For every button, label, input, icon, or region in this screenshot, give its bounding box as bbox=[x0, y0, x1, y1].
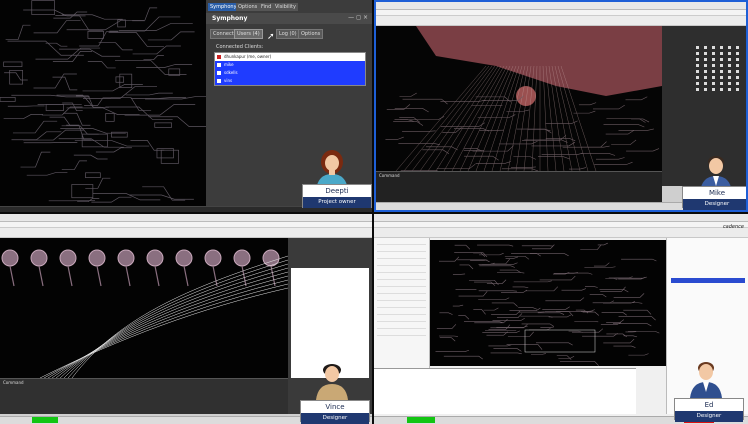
option-row[interactable] bbox=[377, 332, 426, 336]
toolbar bbox=[376, 16, 746, 26]
client-row-mike[interactable]: mike bbox=[215, 61, 365, 69]
option-row[interactable] bbox=[377, 283, 426, 287]
mouse-cursor-icon: ➚ bbox=[267, 32, 275, 42]
option-row[interactable] bbox=[377, 318, 426, 322]
toolbar bbox=[0, 228, 372, 238]
users-button[interactable]: Users (4) bbox=[234, 29, 263, 39]
option-row[interactable] bbox=[377, 325, 426, 329]
client-row-vins[interactable]: vins bbox=[215, 77, 365, 85]
pcb-layout-canvas[interactable] bbox=[0, 0, 206, 212]
status-indicator-green bbox=[407, 417, 435, 423]
session-mike: Command Mike Designer bbox=[374, 0, 748, 212]
option-row[interactable] bbox=[377, 290, 426, 294]
client-name: dhunkapur (me, owner) bbox=[224, 54, 272, 59]
participant-name: Vince bbox=[325, 403, 345, 411]
avatar-vince bbox=[316, 364, 348, 400]
client-color-swatch bbox=[217, 55, 221, 59]
window-title-bar bbox=[0, 214, 372, 222]
option-row[interactable] bbox=[377, 248, 426, 252]
client-color-swatch bbox=[217, 63, 221, 67]
layer-grid bbox=[696, 46, 739, 91]
option-row[interactable] bbox=[377, 276, 426, 280]
pcb-layout-canvas[interactable] bbox=[430, 240, 666, 366]
client-name: sdkells bbox=[224, 70, 238, 75]
window-title-bar bbox=[376, 2, 746, 10]
participant-badge-ed: Ed Designer bbox=[674, 398, 744, 422]
option-row[interactable] bbox=[377, 255, 426, 259]
participant-name: Mike bbox=[708, 189, 726, 197]
participant-badge-vince: Vince Designer bbox=[300, 400, 370, 424]
participant-name: Deepti bbox=[325, 187, 349, 195]
client-row-sdkells[interactable]: sdkells bbox=[215, 69, 365, 77]
clients-heading: Connected Clients: bbox=[216, 44, 264, 50]
option-row[interactable] bbox=[377, 297, 426, 301]
session-ed: cadence Ed Designer bbox=[374, 214, 748, 424]
client-row-owner[interactable]: dhunkapur (me, owner) bbox=[215, 53, 365, 61]
participant-role: Designer bbox=[675, 411, 743, 422]
command-console: Command bbox=[0, 378, 288, 414]
pcb-layout-canvas[interactable] bbox=[0, 238, 288, 378]
participant-role: Designer bbox=[301, 413, 369, 424]
option-row[interactable] bbox=[377, 241, 426, 245]
status-indicator-green bbox=[32, 417, 58, 423]
option-row[interactable] bbox=[377, 269, 426, 273]
option-row[interactable] bbox=[377, 311, 426, 315]
participant-name: Ed bbox=[704, 401, 714, 409]
panel-controls-icon[interactable]: — ◻ × bbox=[348, 14, 368, 21]
clients-list: dhunkapur (me, owner) mike sdkells vins bbox=[214, 52, 366, 86]
tab-find[interactable]: Find bbox=[259, 3, 274, 11]
participant-badge-deepti: Deepti Project owner bbox=[302, 184, 372, 208]
client-name: mike bbox=[224, 62, 234, 67]
panel-button-row: Connect Users (4) ➚ Log (0) Options bbox=[210, 29, 372, 42]
client-color-swatch bbox=[217, 79, 221, 83]
panel-title: Symphony bbox=[212, 15, 248, 22]
window-title-bar bbox=[374, 214, 748, 222]
left-options-panel bbox=[374, 238, 430, 368]
options-button[interactable]: Options bbox=[298, 29, 324, 39]
tab-symphony[interactable]: Symphony bbox=[208, 3, 239, 11]
panel-tab-bar: Symphony Options Find Visibility bbox=[206, 2, 372, 12]
cadence-logo: cadence bbox=[722, 224, 744, 230]
client-color-swatch bbox=[217, 71, 221, 75]
session-vince: Command Vince Designer bbox=[0, 214, 372, 424]
command-console: Command bbox=[376, 171, 662, 204]
session-deepti: Symphony Options Find Visibility Symphon… bbox=[0, 0, 372, 212]
participant-badge-mike: Mike Designer bbox=[682, 186, 746, 210]
tab-visibility[interactable]: Visibility bbox=[273, 3, 298, 11]
connect-button[interactable]: Connect bbox=[210, 29, 237, 39]
option-row[interactable] bbox=[377, 262, 426, 266]
pcb-layout-canvas[interactable] bbox=[376, 26, 662, 171]
selection-field[interactable] bbox=[671, 278, 745, 283]
avatar-ed bbox=[690, 362, 722, 398]
participant-role: Project owner bbox=[303, 197, 371, 208]
command-label: Command bbox=[3, 380, 24, 385]
tab-options[interactable]: Options bbox=[236, 3, 260, 11]
log-button[interactable]: Log (0) bbox=[276, 29, 300, 39]
panel-title-bar: Symphony — ◻ × bbox=[206, 13, 372, 24]
participant-role: Designer bbox=[683, 199, 746, 210]
toolbar bbox=[374, 228, 748, 238]
client-name: vins bbox=[224, 78, 233, 83]
option-row[interactable] bbox=[377, 304, 426, 308]
command-label: Command bbox=[379, 173, 400, 178]
command-console bbox=[374, 368, 636, 414]
